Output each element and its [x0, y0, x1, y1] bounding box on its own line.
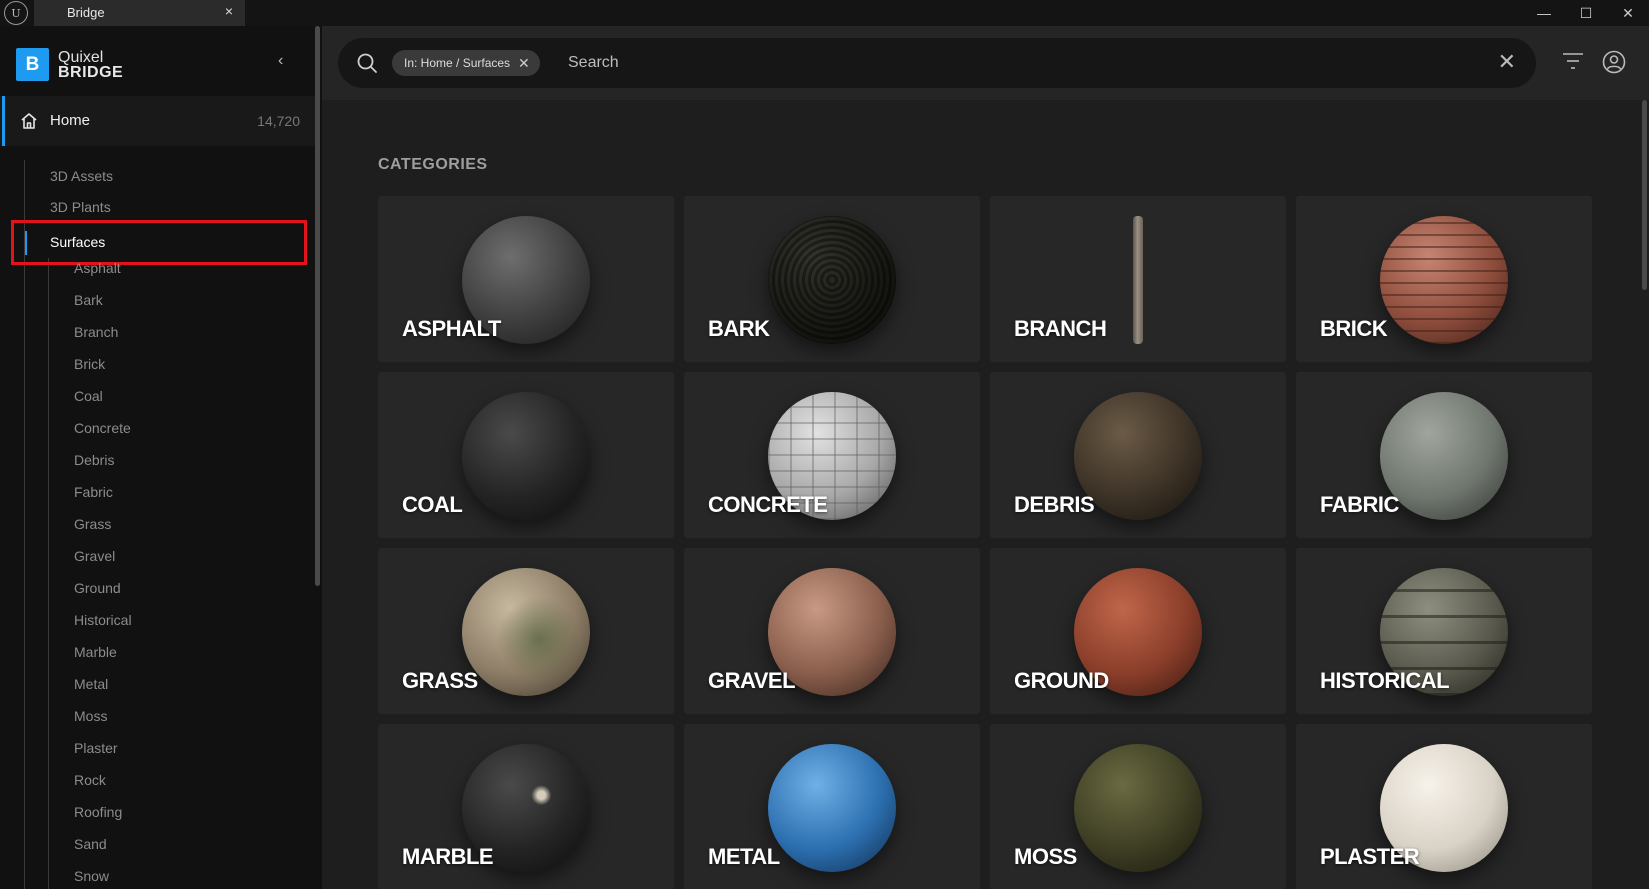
category-card-metal[interactable]: METAL — [684, 724, 980, 889]
search-scope-label: In: Home / Surfaces — [404, 56, 511, 70]
sidebar-item-surfaces[interactable]: Surfaces — [11, 220, 307, 265]
sidebar-item-brick[interactable]: Brick — [74, 356, 105, 372]
search-input[interactable] — [568, 48, 1428, 78]
metal-preview-sphere — [768, 744, 896, 872]
category-card-fabric[interactable]: FABRIC — [1296, 372, 1592, 538]
coal-preview-sphere — [462, 392, 590, 520]
bridge-logo-icon: B — [16, 48, 49, 81]
selection-accent — [25, 231, 27, 255]
grass-preview-sphere — [462, 568, 590, 696]
category-label: BARK — [708, 316, 770, 341]
collapse-sidebar-chevron-icon[interactable]: ‹ — [278, 52, 283, 70]
sidebar-item-3d-assets[interactable]: 3D Assets — [50, 168, 113, 184]
sidebar-item-plaster[interactable]: Plaster — [74, 740, 118, 756]
sidebar-item-sand[interactable]: Sand — [74, 836, 107, 852]
account-icon[interactable] — [1602, 50, 1626, 79]
tab-close-icon[interactable]: × — [225, 3, 233, 19]
sidebar-item-roofing[interactable]: Roofing — [74, 804, 122, 820]
section-title: CATEGORIES — [378, 156, 488, 173]
category-label: GRASS — [402, 668, 478, 693]
category-card-coal[interactable]: COAL — [378, 372, 674, 538]
category-label: HISTORICAL — [1320, 668, 1450, 693]
brick-preview-sphere — [1380, 216, 1508, 344]
tree-guide-line — [48, 258, 49, 889]
category-label: BRICK — [1320, 316, 1388, 341]
category-card-debris[interactable]: DEBRIS — [990, 372, 1286, 538]
sidebar-item-historical[interactable]: Historical — [74, 612, 132, 628]
category-label: FABRIC — [1320, 492, 1399, 517]
top-bar: In: Home / Surfaces ✕ ✕ — [322, 26, 1649, 100]
category-card-moss[interactable]: MOSS — [990, 724, 1286, 889]
sidebar-item-coal[interactable]: Coal — [74, 388, 103, 404]
moss-preview-sphere — [1074, 744, 1202, 872]
category-card-branch[interactable]: BRANCH — [990, 196, 1286, 362]
category-label: GROUND — [1014, 668, 1109, 693]
sidebar-item-home[interactable]: Home 14,720 — [0, 96, 316, 146]
main-content: In: Home / Surfaces ✕ ✕ CATEGORIES ASPHA… — [322, 26, 1649, 889]
home-icon — [20, 112, 38, 135]
remove-scope-close-icon[interactable]: ✕ — [518, 55, 530, 72]
category-card-asphalt[interactable]: ASPHALT — [378, 196, 674, 362]
sidebar-item-moss[interactable]: Moss — [74, 708, 107, 724]
sidebar-item-concrete[interactable]: Concrete — [74, 420, 131, 436]
sidebar-item-metal[interactable]: Metal — [74, 676, 108, 692]
brand-line-bridge: BRIDGE — [58, 63, 124, 81]
sidebar-item-debris[interactable]: Debris — [74, 452, 114, 468]
tree-guide-line — [24, 160, 25, 889]
category-label: METAL — [708, 844, 780, 869]
bark-preview-sphere — [768, 216, 896, 344]
search-icon[interactable] — [356, 52, 378, 79]
unreal-engine-icon: U — [4, 1, 28, 25]
sidebar-item-3d-plants[interactable]: 3D Plants — [50, 199, 111, 215]
sidebar-item-label: Surfaces — [50, 234, 106, 250]
content-scrollbar[interactable] — [1642, 100, 1647, 290]
filter-icon[interactable] — [1562, 52, 1584, 75]
category-card-grass[interactable]: GRASS — [378, 548, 674, 714]
fabric-preview-sphere — [1380, 392, 1508, 520]
sidebar-item-marble[interactable]: Marble — [74, 644, 117, 660]
sidebar-item-bark[interactable]: Bark — [74, 292, 103, 308]
category-card-marble[interactable]: MARBLE — [378, 724, 674, 889]
category-card-plaster[interactable]: PLASTER — [1296, 724, 1592, 889]
minimize-button[interactable]: — — [1524, 0, 1564, 26]
category-label: COAL — [402, 492, 463, 517]
search-scope-chip: In: Home / Surfaces ✕ — [392, 50, 540, 76]
category-card-historical[interactable]: HISTORICAL — [1296, 548, 1592, 714]
sidebar-item-asphalt[interactable]: Asphalt — [74, 260, 121, 276]
sidebar-item-branch[interactable]: Branch — [74, 324, 118, 340]
category-card-concrete[interactable]: CONCRETE — [684, 372, 980, 538]
sidebar-item-rock[interactable]: Rock — [74, 772, 106, 788]
close-window-button[interactable]: ✕ — [1608, 0, 1648, 26]
home-label: Home — [50, 112, 91, 129]
home-asset-count: 14,720 — [257, 113, 300, 129]
selection-accent — [2, 96, 5, 146]
sidebar-item-grass[interactable]: Grass — [74, 516, 111, 532]
sidebar-scrollbar[interactable] — [315, 26, 320, 586]
category-card-brick[interactable]: BRICK — [1296, 196, 1592, 362]
tab-bridge[interactable]: Bridge × — [34, 0, 245, 26]
category-label: MOSS — [1014, 844, 1077, 869]
brand-line-quixel: Quixel — [58, 48, 104, 66]
tab-title: Bridge — [67, 5, 105, 20]
sidebar-item-snow[interactable]: Snow — [74, 868, 109, 884]
sidebar-item-ground[interactable]: Ground — [74, 580, 121, 596]
search-bar: In: Home / Surfaces ✕ ✕ — [338, 38, 1536, 88]
category-label: CONCRETE — [708, 492, 828, 517]
category-label: BRANCH — [1014, 316, 1107, 341]
category-label: ASPHALT — [402, 316, 501, 341]
category-card-ground[interactable]: GROUND — [990, 548, 1286, 714]
title-bar: U Bridge × — ☐ ✕ — [0, 0, 1649, 26]
category-label: GRAVEL — [708, 668, 796, 693]
sidebar-item-gravel[interactable]: Gravel — [74, 548, 115, 564]
clear-search-close-icon[interactable]: ✕ — [1498, 50, 1516, 74]
category-label: DEBRIS — [1014, 492, 1095, 517]
sidebar-item-fabric[interactable]: Fabric — [74, 484, 113, 500]
branch-preview-stick — [1133, 216, 1143, 344]
category-label: PLASTER — [1320, 844, 1420, 869]
maximize-button[interactable]: ☐ — [1566, 0, 1606, 26]
category-card-bark[interactable]: BARK — [684, 196, 980, 362]
category-card-gravel[interactable]: GRAVEL — [684, 548, 980, 714]
category-label: MARBLE — [402, 844, 494, 869]
quixel-bridge-logo: B Quixel BRIDGE — [16, 48, 123, 81]
